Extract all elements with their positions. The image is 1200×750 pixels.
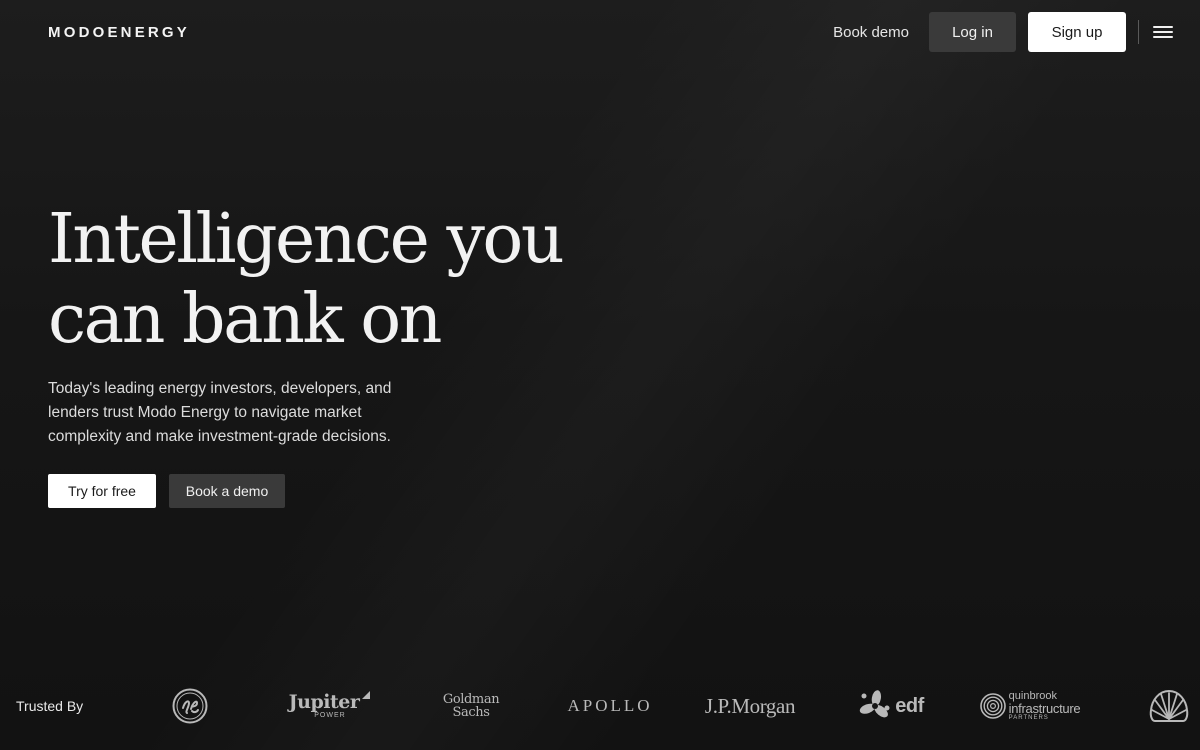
try-for-free-button[interactable]: Try for free (48, 474, 156, 508)
quinbrook-logo-line-2: infrastructure (1008, 700, 1081, 716)
book-a-demo-button[interactable]: Book a demo (169, 474, 285, 508)
nav-divider (1138, 20, 1139, 44)
quinbrook-logo: quinbrook infrastructure PARTNERS (972, 686, 1088, 726)
quinbrook-logo-mark (979, 693, 1006, 719)
edf-logo-mark (860, 690, 890, 718)
hero-title-line-1: Intelligence you (48, 200, 565, 279)
edf-logo-text: edf (895, 694, 924, 717)
quinbrook-logo-line-1: quinbrook (1008, 689, 1057, 702)
jupiter-logo-subtext: POWER (314, 712, 346, 719)
top-nav: Book demo Log in Sign up (833, 12, 1174, 52)
ge-logo-mark (172, 688, 208, 724)
book-demo-link[interactable]: Book demo (833, 24, 909, 41)
goldman-logo-line-2: Sachs (452, 705, 490, 720)
hero-background (0, 0, 1200, 750)
signup-button[interactable]: Sign up (1028, 12, 1126, 52)
login-button[interactable]: Log in (929, 12, 1016, 52)
hero-cta-group: Try for free Book a demo (48, 474, 285, 508)
edf-logo: edf (850, 686, 932, 726)
jupiter-logo: Jupiter POWER (288, 686, 371, 726)
jpmorgan-logo: J.P.Morgan (704, 693, 796, 718)
hero-description: Today's leading energy investors, develo… (48, 380, 392, 445)
brand-logo[interactable]: MODOENERGY (48, 24, 190, 41)
shell-logo (1148, 686, 1190, 726)
trusted-by-label: Trusted By (16, 698, 84, 714)
jupiter-logo-text: Jupiter (288, 691, 360, 713)
quinbrook-logo-line-3: PARTNERS (1008, 714, 1049, 721)
apollo-logo: APOLLO (567, 696, 653, 715)
goldman-sachs-logo: Goldman Sachs (436, 686, 506, 726)
ge-logo (170, 686, 210, 726)
shell-logo-mark (1149, 690, 1189, 722)
menu-icon[interactable] (1152, 24, 1174, 40)
jupiter-logo-mark (362, 691, 371, 699)
hero-title-line-2: can bank on (48, 280, 442, 359)
hero-title: Intelligence you can bank on (48, 200, 568, 360)
